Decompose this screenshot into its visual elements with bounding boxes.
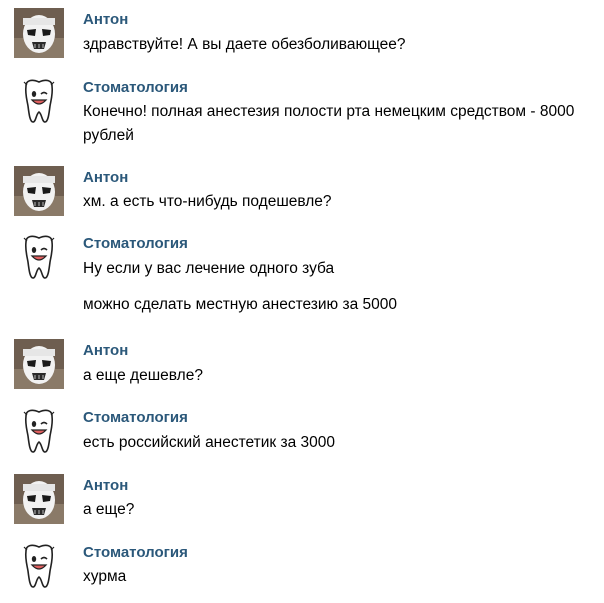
stormtrooper-avatar[interactable] <box>14 8 64 58</box>
sender-name[interactable]: Антон <box>83 342 128 360</box>
sender-name[interactable]: Стоматология <box>83 544 188 562</box>
message-text: можно сделать местную анестезию за 5000 <box>83 296 397 313</box>
sender-name[interactable]: Стоматология <box>83 235 188 253</box>
smiling-tooth-avatar[interactable] <box>14 406 64 456</box>
sender-name[interactable]: Стоматология <box>83 409 188 427</box>
sender-name[interactable]: Стоматология <box>83 79 188 97</box>
stormtrooper-avatar[interactable] <box>14 339 64 389</box>
message-text: хм. а есть что-нибудь подешевле? <box>83 193 332 210</box>
message-text: здравствуйте! А вы даете обезболивающее? <box>83 36 406 53</box>
message-text: Ну если у вас лечение одного зуба <box>83 260 335 277</box>
message-text: есть российский анестетик за 3000 <box>83 434 336 451</box>
message-text: а еще дешевле? <box>83 367 203 384</box>
message-text: хурма <box>83 568 127 585</box>
sender-name[interactable]: Антон <box>83 11 128 29</box>
stormtrooper-avatar[interactable] <box>14 166 64 216</box>
smiling-tooth-avatar[interactable] <box>14 541 64 591</box>
smiling-tooth-avatar[interactable] <box>14 232 64 282</box>
message-text: рублей <box>83 127 134 144</box>
sender-name[interactable]: Антон <box>83 169 128 187</box>
message-text: Конечно! полная анестезия полости рта не… <box>83 103 575 120</box>
smiling-tooth-avatar[interactable] <box>14 76 64 126</box>
stormtrooper-avatar[interactable] <box>14 474 64 524</box>
message-text: а еще? <box>83 501 135 518</box>
sender-name[interactable]: Антон <box>83 477 128 495</box>
chat-history: Антон здравствуйте! А вы даете обезболив… <box>0 0 604 603</box>
